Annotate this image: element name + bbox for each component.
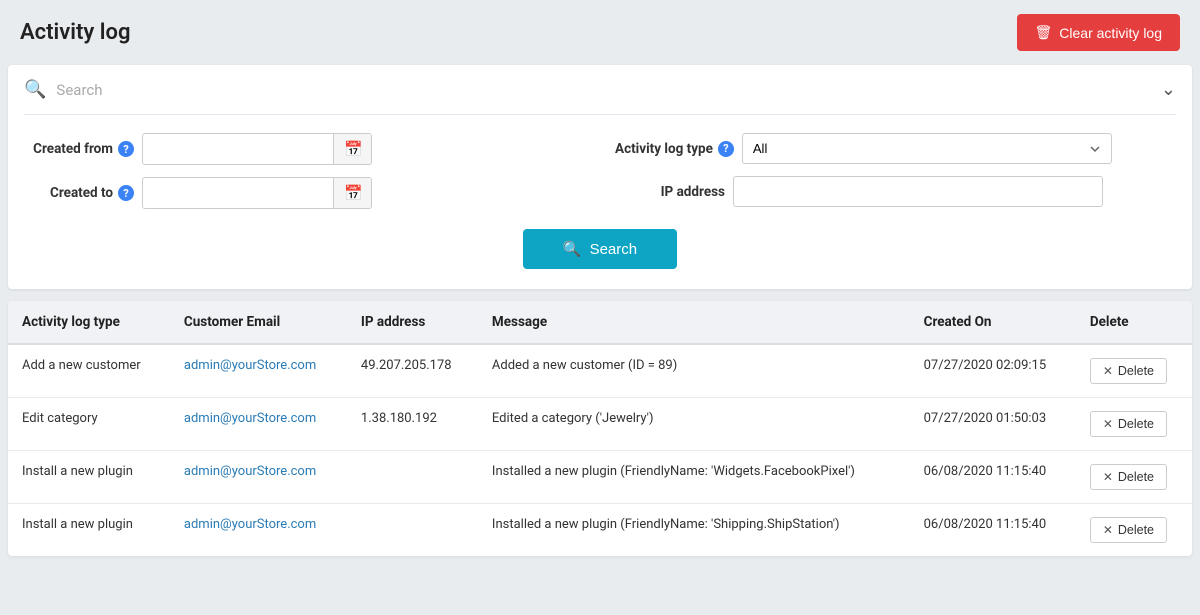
cell-type: Edit category (8, 398, 170, 451)
created-to-input-wrap: 📅 (142, 177, 372, 209)
x-icon: ✕ (1103, 364, 1113, 378)
activity-log-type-help-icon[interactable]: ? (718, 141, 734, 157)
table-body: Add a new customer admin@yourStore.com 4… (8, 344, 1192, 556)
created-to-field: Created to ? 📅 (24, 177, 585, 209)
cell-ip (347, 504, 478, 557)
col-header-delete: Delete (1076, 301, 1192, 344)
page-title: Activity log (20, 20, 130, 45)
cell-delete: ✕ Delete (1076, 504, 1192, 557)
email-link[interactable]: admin@yourStore.com (184, 464, 316, 479)
filter-left: Created from ? 📅 Created to ? (24, 133, 585, 209)
delete-label: Delete (1118, 470, 1154, 484)
table-row: Edit category admin@yourStore.com 1.38.1… (8, 398, 1192, 451)
search-button-wrap: 🔍 Search (24, 229, 1176, 269)
created-from-field: Created from ? 📅 (24, 133, 585, 165)
cell-type: Install a new plugin (8, 504, 170, 557)
filter-row: Created from ? 📅 Created to ? (24, 133, 1176, 209)
table-row: Install a new plugin admin@yourStore.com… (8, 504, 1192, 557)
col-header-created: Created On (910, 301, 1076, 344)
x-icon: ✕ (1103, 417, 1113, 431)
ip-address-input[interactable] (733, 176, 1103, 207)
cell-type: Add a new customer (8, 344, 170, 398)
search-btn-label: Search (590, 241, 638, 258)
cell-delete: ✕ Delete (1076, 398, 1192, 451)
cell-message: Edited a category ('Jewelry') (478, 398, 910, 451)
activity-log-type-select[interactable]: All Add a new customer Edit category Ins… (742, 133, 1112, 164)
cell-message: Installed a new plugin (FriendlyName: 'S… (478, 504, 910, 557)
cell-email: admin@yourStore.com (170, 451, 347, 504)
search-panel: 🔍 Search ⌄ Created from ? 📅 (8, 65, 1192, 289)
ip-address-label: IP address (615, 184, 725, 200)
search-icon: 🔍 (24, 79, 46, 100)
delete-label: Delete (1118, 417, 1154, 431)
created-to-input[interactable] (143, 179, 333, 208)
table-row: Add a new customer admin@yourStore.com 4… (8, 344, 1192, 398)
activity-log-table: Activity log type Customer Email IP addr… (8, 301, 1192, 556)
created-to-calendar-button[interactable]: 📅 (333, 178, 372, 208)
cell-ip (347, 451, 478, 504)
email-link[interactable]: admin@yourStore.com (184, 411, 316, 426)
created-to-label: Created to ? (24, 185, 134, 201)
created-from-input-wrap: 📅 (142, 133, 372, 165)
calendar-icon-2: 📅 (344, 185, 363, 202)
calendar-icon: 📅 (344, 141, 363, 158)
cell-message: Added a new customer (ID = 89) (478, 344, 910, 398)
col-header-ip: IP address (347, 301, 478, 344)
search-btn-icon: 🔍 (563, 240, 582, 258)
email-link[interactable]: admin@yourStore.com (184, 517, 316, 532)
cell-email: admin@yourStore.com (170, 504, 347, 557)
table-row: Install a new plugin admin@yourStore.com… (8, 451, 1192, 504)
created-from-calendar-button[interactable]: 📅 (333, 134, 372, 164)
ip-address-field: IP address (615, 176, 1176, 207)
email-link[interactable]: admin@yourStore.com (184, 358, 316, 373)
search-button[interactable]: 🔍 Search (523, 229, 677, 269)
delete-button[interactable]: ✕ Delete (1090, 517, 1167, 543)
cell-ip: 1.38.180.192 (347, 398, 478, 451)
search-bar[interactable]: 🔍 Search ⌄ (24, 65, 1176, 115)
cell-ip: 49.207.205.178 (347, 344, 478, 398)
chevron-down-icon: ⌄ (1161, 79, 1176, 100)
col-header-email: Customer Email (170, 301, 347, 344)
col-header-message: Message (478, 301, 910, 344)
delete-button[interactable]: ✕ Delete (1090, 464, 1167, 490)
cell-message: Installed a new plugin (FriendlyName: 'W… (478, 451, 910, 504)
delete-button[interactable]: ✕ Delete (1090, 358, 1167, 384)
cell-created-on: 07/27/2020 02:09:15 (910, 344, 1076, 398)
search-bar-placeholder: Search (56, 81, 102, 99)
table-header: Activity log type Customer Email IP addr… (8, 301, 1192, 344)
activity-log-type-label: Activity log type ? (615, 141, 734, 157)
search-bar-left: 🔍 Search (24, 79, 103, 100)
created-from-help-icon[interactable]: ? (118, 141, 134, 157)
cell-created-on: 06/08/2020 11:15:40 (910, 451, 1076, 504)
page-header: Activity log 🗑 Clear activity log (0, 0, 1200, 65)
x-icon: ✕ (1103, 470, 1113, 484)
created-from-input[interactable] (143, 135, 333, 164)
delete-button[interactable]: ✕ Delete (1090, 411, 1167, 437)
cell-created-on: 07/27/2020 01:50:03 (910, 398, 1076, 451)
filter-right: Activity log type ? All Add a new custom… (615, 133, 1176, 207)
table-panel: Activity log type Customer Email IP addr… (8, 301, 1192, 556)
cell-created-on: 06/08/2020 11:15:40 (910, 504, 1076, 557)
cell-email: admin@yourStore.com (170, 398, 347, 451)
activity-log-type-field: Activity log type ? All Add a new custom… (615, 133, 1176, 164)
created-to-help-icon[interactable]: ? (118, 185, 134, 201)
col-header-type: Activity log type (8, 301, 170, 344)
x-icon: ✕ (1103, 523, 1113, 537)
delete-label: Delete (1118, 364, 1154, 378)
cell-email: admin@yourStore.com (170, 344, 347, 398)
delete-label: Delete (1118, 523, 1154, 537)
clear-activity-log-button[interactable]: 🗑 Clear activity log (1017, 14, 1180, 51)
cell-delete: ✕ Delete (1076, 451, 1192, 504)
created-from-label: Created from ? (24, 141, 134, 157)
cell-delete: ✕ Delete (1076, 344, 1192, 398)
cell-type: Install a new plugin (8, 451, 170, 504)
trash-icon: 🗑 (1035, 24, 1053, 41)
clear-button-label: Clear activity log (1059, 25, 1162, 41)
